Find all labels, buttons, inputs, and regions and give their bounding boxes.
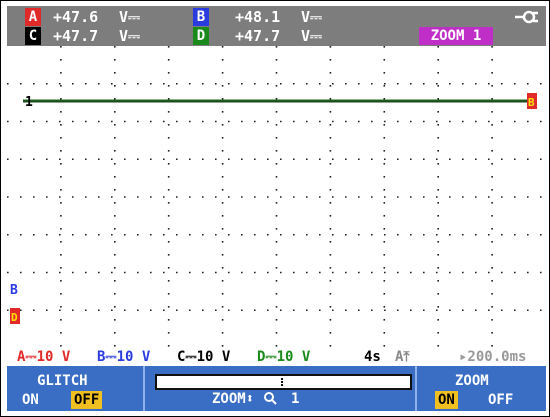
graticule: 1 BBD — [7, 46, 546, 348]
up-down-arrows-icon: ⬍ — [245, 391, 255, 407]
channel-b-unit: V⎓ — [301, 8, 323, 26]
channel-c-unit: V⎓ — [119, 27, 141, 45]
channel-b-scale: B⎓10 V — [97, 349, 151, 365]
channel-d-badge: D — [193, 27, 209, 45]
channel-c-badge: C — [25, 27, 41, 45]
channel-d-scale: D⎓10 V — [257, 349, 311, 365]
glitch-on-option[interactable]: ON — [19, 391, 42, 409]
channel-d-unit: V⎓ — [301, 27, 323, 45]
zoom-level-value: 1 — [291, 391, 300, 407]
glitch-off-option[interactable]: OFF — [71, 391, 103, 409]
scope-display: A +47.6 V⎓ C +47.7 V⎓ B +48.1 V⎓ D +47.7… — [0, 0, 550, 417]
zoom-indicator: ZOOM 1 — [419, 27, 493, 45]
readout-bar: A +47.6 V⎓ C +47.7 V⎓ B +48.1 V⎓ D +47.7… — [7, 6, 546, 46]
zoom-softkey[interactable]: ZOOM ON OFF — [417, 366, 546, 411]
channel-b-badge: B — [193, 8, 209, 26]
zoom-level-control[interactable]: ZOOM⬍ 1 — [212, 391, 299, 407]
channel-b-ground-marker: B — [10, 283, 18, 298]
channel-d-ground-marker: D — [11, 311, 18, 324]
channel-a-value: +47.6 — [53, 8, 99, 26]
record-position-marker — [281, 378, 283, 386]
channel-d-value: +47.7 — [235, 27, 281, 45]
trigger-offset: ▸200.0ms — [459, 349, 527, 365]
zoom-off-option[interactable]: OFF — [485, 391, 516, 409]
glitch-softkey[interactable]: GLITCH ON OFF — [7, 366, 143, 411]
timebase: 4s — [364, 349, 381, 365]
channel-a-scale: A⎓10 V — [17, 349, 71, 365]
trigger-indicator: A⤒ — [395, 349, 410, 365]
glitch-title: GLITCH — [37, 373, 88, 389]
softkey-bar: GLITCH ON OFF ZOOM⬍ 1 ZOOM ON OFF — [7, 366, 546, 411]
magnifier-icon — [263, 391, 285, 407]
trace-right-marker: B — [528, 96, 535, 109]
channel-c-value: +47.7 — [53, 27, 99, 45]
scale-bar: A⎓10 V B⎓10 V C⎓10 V D⎓10 V 4s A⤒ ▸200.0… — [7, 348, 546, 366]
channel-a-unit: V⎓ — [119, 8, 141, 26]
mains-plug-icon — [513, 9, 539, 29]
zoom-title: ZOOM — [455, 373, 489, 389]
channel-c-scale: C⎓10 V — [177, 349, 231, 365]
channel-a-badge: A — [25, 8, 41, 26]
record-position-bar — [155, 374, 412, 390]
waveform-screen: 1BBD — [7, 46, 546, 348]
trace-left-marker: 1 — [25, 95, 33, 110]
zoom-level-label: ZOOM — [212, 391, 246, 407]
zoom-on-option[interactable]: ON — [435, 391, 458, 409]
channel-b-value: +48.1 — [235, 8, 281, 26]
